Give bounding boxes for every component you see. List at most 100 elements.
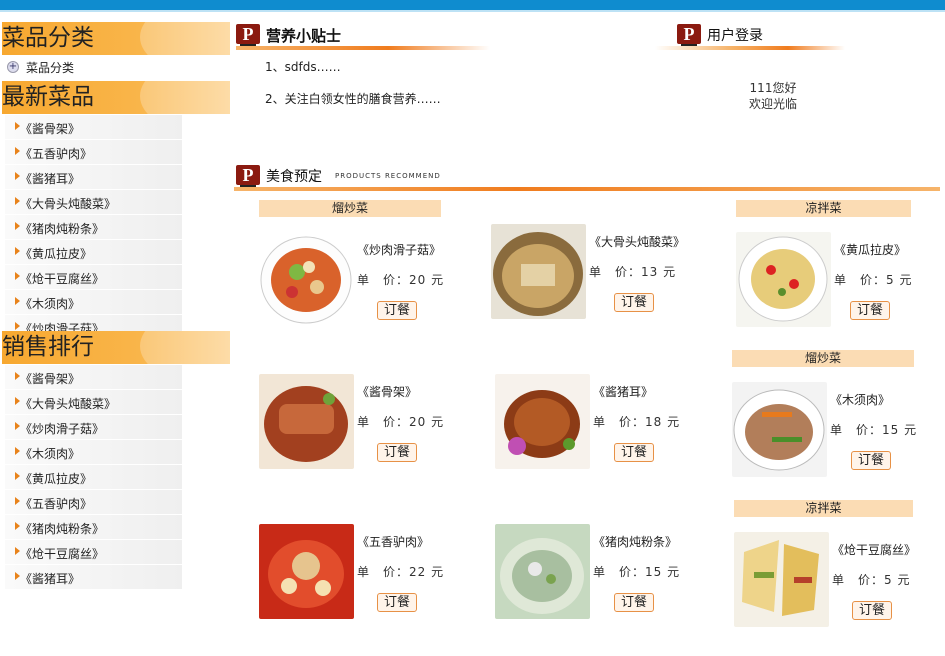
tips-title: 营养小贴士 (266, 27, 342, 45)
category-title: 菜品分类 (2, 25, 94, 51)
list-item[interactable]: 《黄瓜拉皮》 (5, 240, 182, 265)
category-link-row[interactable]: + 菜品分类 (2, 56, 230, 78)
dish-name[interactable]: 《黄瓜拉皮》 (834, 241, 906, 258)
dish-name[interactable]: 《炒肉滑子菇》 (357, 241, 441, 258)
order-button[interactable]: 订餐 (377, 301, 417, 320)
login-title: 用户登录 (707, 28, 763, 44)
dish-photo[interactable] (259, 374, 354, 469)
plus-icon[interactable]: + (7, 61, 19, 73)
order-button[interactable]: 订餐 (377, 443, 417, 462)
dish-price: 单 价：20 元 (357, 413, 444, 430)
category-header: 菜品分类 (2, 22, 230, 55)
list-item-label[interactable]: 《黄瓜拉皮》 (20, 245, 92, 262)
list-item-label[interactable]: 《木须肉》 (20, 445, 80, 462)
list-item[interactable]: 《炒肉滑子菇》 (5, 415, 182, 440)
dish-name[interactable]: 《猪肉炖粉条》 (593, 533, 677, 550)
list-item-label[interactable]: 《炝干豆腐丝》 (20, 270, 104, 287)
list-item[interactable]: 《酱骨架》 (5, 365, 182, 390)
dish-image (259, 232, 354, 327)
category-tag: 凉拌菜 (734, 500, 913, 517)
list-item[interactable]: 《炝干豆腐丝》 (5, 540, 182, 565)
order-button[interactable]: 订餐 (852, 601, 892, 620)
list-item[interactable]: 《炝干豆腐丝》 (5, 265, 182, 290)
category-tag: 凉拌菜 (736, 200, 911, 217)
list-item[interactable]: 《猪肉炖粉条》 (5, 215, 182, 240)
dish-name[interactable]: 《木须肉》 (830, 391, 890, 408)
p-logo-icon: P (236, 24, 260, 47)
list-item[interactable]: 《黄瓜拉皮》 (5, 465, 182, 490)
newest-list: 《酱骨架》 《五香驴肉》 《酱猪耳》 《大骨头炖酸菜》 《猪肉炖粉条》 《黄瓜拉… (5, 115, 182, 340)
dish-name[interactable]: 《炝干豆腐丝》 (832, 541, 916, 558)
list-item-label[interactable]: 《酱骨架》 (20, 370, 80, 387)
newest-title: 最新菜品 (2, 84, 94, 110)
dish-price: 单 价：20 元 (357, 271, 444, 288)
dish-image (732, 382, 827, 477)
ranking-title: 销售排行 (2, 334, 94, 360)
order-button[interactable]: 订餐 (377, 593, 417, 612)
price-value: 15 元 (882, 423, 918, 437)
list-item-label[interactable]: 《黄瓜拉皮》 (20, 470, 92, 487)
list-item-label[interactable]: 《猪肉炖粉条》 (20, 520, 104, 537)
list-item-label[interactable]: 《五香驴肉》 (20, 495, 92, 512)
list-item-label[interactable]: 《酱骨架》 (20, 120, 80, 137)
dish-photo[interactable] (259, 232, 354, 327)
dish-price: 单 价：22 元 (357, 563, 444, 580)
category-link[interactable]: 菜品分类 (26, 59, 74, 76)
dish-name[interactable]: 《酱骨架》 (357, 383, 417, 400)
dish-name[interactable]: 《五香驴肉》 (357, 533, 429, 550)
list-item[interactable]: 《木须肉》 (5, 440, 182, 465)
dish-image (491, 224, 586, 319)
list-item[interactable]: 《猪肉炖粉条》 (5, 515, 182, 540)
dish-photo[interactable] (259, 524, 354, 619)
tip-item[interactable]: 2、关注白领女性的膳食营养…… (265, 90, 441, 107)
price-label: 单 价： (832, 573, 885, 587)
dish-image (259, 524, 354, 619)
booking-divider (234, 187, 940, 191)
dish-image (495, 374, 590, 469)
list-item[interactable]: 《大骨头炖酸菜》 (5, 390, 182, 415)
left-sidebar: 菜品分类 + 菜品分类 最新菜品 《酱骨架》 《五香驴肉》 《酱猪耳》 《大骨头… (0, 12, 232, 656)
order-button[interactable]: 订餐 (614, 443, 654, 462)
booking-title: 美食预定 (266, 169, 322, 185)
dish-price: 单 价：15 元 (830, 421, 917, 438)
list-item[interactable]: 《酱猪耳》 (5, 565, 182, 590)
price-value: 5 元 (884, 573, 911, 587)
dish-photo[interactable] (495, 374, 590, 469)
list-item-label[interactable]: 《木须肉》 (20, 295, 80, 312)
list-item-label[interactable]: 《大骨头炖酸菜》 (20, 195, 116, 212)
list-item[interactable]: 《酱猪耳》 (5, 165, 182, 190)
list-item-label[interactable]: 《猪肉炖粉条》 (20, 220, 104, 237)
dish-price: 单 价：5 元 (832, 571, 910, 588)
list-item[interactable]: 《五香驴肉》 (5, 140, 182, 165)
list-item-label[interactable]: 《五香驴肉》 (20, 145, 92, 162)
price-value: 22 元 (409, 565, 445, 579)
dish-photo[interactable] (491, 224, 586, 319)
p-logo-icon: P (236, 165, 260, 188)
price-label: 单 价： (589, 265, 642, 279)
price-value: 20 元 (409, 415, 445, 429)
order-button[interactable]: 订餐 (614, 293, 654, 312)
order-button[interactable]: 订餐 (851, 451, 891, 470)
dish-photo[interactable] (734, 532, 829, 627)
dish-photo[interactable] (495, 524, 590, 619)
list-item[interactable]: 《木须肉》 (5, 290, 182, 315)
tip-item[interactable]: 1、sdfds…… (265, 58, 341, 75)
list-item-label[interactable]: 《炝干豆腐丝》 (20, 545, 104, 562)
list-item-label[interactable]: 《酱猪耳》 (20, 170, 80, 187)
list-item-label[interactable]: 《酱猪耳》 (20, 570, 80, 587)
dish-photo[interactable] (736, 232, 831, 327)
list-item[interactable]: 《大骨头炖酸菜》 (5, 190, 182, 215)
order-button[interactable]: 订餐 (850, 301, 890, 320)
list-item-label[interactable]: 《炒肉滑子菇》 (20, 420, 104, 437)
dish-price: 单 价：15 元 (593, 563, 680, 580)
order-button[interactable]: 订餐 (614, 593, 654, 612)
list-item-label[interactable]: 《大骨头炖酸菜》 (20, 395, 116, 412)
list-item[interactable]: 《酱骨架》 (5, 115, 182, 140)
dish-price: 单 价：5 元 (834, 271, 912, 288)
dish-name[interactable]: 《大骨头炖酸菜》 (589, 233, 685, 250)
dish-photo[interactable] (732, 382, 827, 477)
list-item[interactable]: 《五香驴肉》 (5, 490, 182, 515)
price-value: 20 元 (409, 273, 445, 287)
dish-name[interactable]: 《酱猪耳》 (593, 383, 653, 400)
price-label: 单 价： (834, 273, 887, 287)
